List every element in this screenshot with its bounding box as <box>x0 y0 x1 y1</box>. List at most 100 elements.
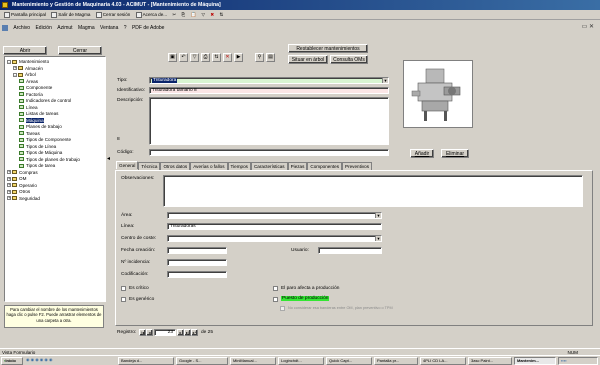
tree-item[interactable]: Indicadores de control <box>19 98 71 104</box>
tree-item[interactable]: Tipos de Línea <box>19 144 56 150</box>
toolbar-about[interactable]: Acerca de... <box>135 10 167 20</box>
critico-checkbox[interactable] <box>121 286 126 291</box>
sort-form-icon[interactable]: ⇅ <box>212 53 221 62</box>
paro-checkbox[interactable] <box>273 286 278 291</box>
centro-select[interactable]: ▼ <box>167 235 382 242</box>
close-button[interactable]: Cerrar <box>58 46 102 55</box>
menu-pdf[interactable]: PDF de Adobe <box>132 25 165 31</box>
filter-icon[interactable]: ▽ <box>202 10 206 20</box>
codigo-field[interactable] <box>149 149 389 156</box>
restore-maintenances-button[interactable]: Restablecer mantenimientos <box>288 44 368 53</box>
tree-item[interactable]: Línea <box>19 105 38 111</box>
task-bandeja[interactable]: Bandeja d... <box>118 357 174 365</box>
task-quick-capture[interactable]: Quick Capt... <box>326 357 372 365</box>
tree-item[interactable]: + Operario <box>7 183 37 189</box>
fecha-field[interactable] <box>167 247 227 254</box>
next-record-button[interactable]: ▸ <box>177 329 184 336</box>
task-minimanual[interactable]: MiniManual... <box>230 357 276 365</box>
paste-icon[interactable]: 📋 <box>191 10 197 20</box>
undo-icon[interactable]: ↶ <box>179 53 188 62</box>
tab-piezas[interactable]: Piezas <box>287 162 308 170</box>
consult-om-button[interactable]: Consulta OMs <box>330 55 368 64</box>
window-controls[interactable]: ▭ ✕ <box>582 24 594 31</box>
tree-item[interactable]: - Árbol <box>13 72 36 78</box>
task-pantalla[interactable]: Pantalla pr... <box>374 357 418 365</box>
tree-item[interactable]: Tipos de Componente <box>19 137 71 143</box>
tab-componentes[interactable]: Componentes <box>307 162 343 170</box>
new-record-icon[interactable]: ▶ <box>234 53 243 62</box>
task-paint[interactable]: 3asc Paint... <box>468 357 512 365</box>
tab-preventivos[interactable]: Preventivos <box>342 162 373 170</box>
tab-general[interactable]: General <box>116 161 139 169</box>
record-number[interactable]: 23 <box>154 329 176 336</box>
tree-item[interactable]: Factoría <box>19 92 43 98</box>
copy-icon[interactable]: ⎘ <box>182 10 186 20</box>
tree-item[interactable]: + Compras <box>7 170 38 176</box>
delete-image-button[interactable]: Eliminar <box>441 149 469 158</box>
chevron-down-icon[interactable]: ▼ <box>375 236 381 241</box>
tree-item[interactable]: Planes de trabajo <box>19 124 62 130</box>
sort-icon[interactable]: ⇅ <box>219 10 223 20</box>
menu-azimut[interactable]: Azimut <box>57 25 72 31</box>
expand-icon[interactable]: + <box>7 196 11 201</box>
usuario-field[interactable] <box>318 247 382 254</box>
chevron-down-icon[interactable]: ▼ <box>382 78 388 83</box>
start-button[interactable]: ▪Inicio <box>1 357 23 365</box>
chevron-down-icon[interactable]: ▼ <box>375 213 381 218</box>
open-button[interactable]: Abrir <box>3 46 47 55</box>
save-icon[interactable]: ▣ <box>168 53 177 62</box>
prev-record-button[interactable]: ◂ <box>146 329 153 336</box>
menu-help[interactable]: ? <box>124 25 127 31</box>
collapse-icon[interactable]: - <box>7 59 11 64</box>
menu-ventana[interactable]: Ventana <box>100 25 118 31</box>
expand-icon[interactable]: + <box>7 176 11 181</box>
tab-tiempos[interactable]: Tiempos <box>227 162 251 170</box>
filter-form-icon[interactable]: ▽ <box>190 53 199 62</box>
description-textarea[interactable] <box>149 97 389 145</box>
binoculars-icon[interactable]: ⚲ <box>255 53 264 62</box>
tree-item[interactable]: Tipos de Máquina <box>19 150 62 156</box>
menu-edicion[interactable]: Edición <box>35 25 51 31</box>
puesto-checkbox[interactable] <box>273 297 278 302</box>
menu-magma[interactable]: Magma <box>78 25 95 31</box>
delete-record-icon[interactable]: ✕ <box>223 53 232 62</box>
tree-item[interactable]: Listas de tareas <box>19 111 58 117</box>
tree-item[interactable]: Tipos de tarea <box>19 163 55 169</box>
expand-icon[interactable]: + <box>7 170 11 175</box>
tree-item[interactable]: Máquina <box>19 117 44 124</box>
maintenance-tree[interactable]: - Mantenimiento + Almacén - Árbol Áreas Compone… <box>4 56 106 302</box>
tree-item[interactable]: Tareas <box>19 131 40 137</box>
area-select[interactable]: ▼ <box>167 212 382 219</box>
task-mantenimiento[interactable]: Mantenim... <box>514 357 556 365</box>
toolbar-exit[interactable]: Salir de Magma <box>51 10 90 20</box>
expand-icon[interactable]: + <box>13 66 17 71</box>
tab-averias[interactable]: Averías o fallos <box>190 162 228 170</box>
tab-tecnica[interactable]: Técnica <box>138 162 161 170</box>
add-image-button[interactable]: Añadir <box>410 149 434 158</box>
tree-item[interactable]: + Almacén <box>13 66 43 72</box>
print-icon[interactable]: ⎙ <box>201 53 210 62</box>
tree-item[interactable]: + Seguridad <box>7 196 40 202</box>
ident-field[interactable]: Trituradora tamaño 8 <box>149 87 389 94</box>
codificacion-field[interactable] <box>167 271 227 278</box>
toolbar-home[interactable]: Pantalla principal <box>4 10 46 20</box>
tree-item[interactable]: Tipos de planes de trabajo <box>19 157 80 163</box>
task-4pli[interactable]: 4PLI CD LA... <box>420 357 466 365</box>
first-record-button[interactable]: |◂ <box>139 329 146 336</box>
note-checkbox[interactable] <box>280 306 285 311</box>
tree-item[interactable]: - Mantenimiento <box>7 59 49 65</box>
tab-caracteristicas[interactable]: Características <box>250 162 288 170</box>
report-icon[interactable]: ▤ <box>266 53 275 62</box>
tree-item[interactable]: + OM <box>7 176 26 182</box>
toolbar-logout[interactable]: Cerrar sesión <box>95 10 130 20</box>
observations-textarea[interactable] <box>163 175 583 207</box>
task-google[interactable]: Google - S... <box>176 357 228 365</box>
expand-icon[interactable]: + <box>7 189 11 194</box>
locate-tree-button[interactable]: Situar en árbol <box>288 55 328 64</box>
menu-archivo[interactable]: Archivo <box>13 25 30 31</box>
tree-item[interactable]: + Otros <box>7 189 30 195</box>
new-record-nav-button[interactable]: ▸* <box>191 329 198 336</box>
incidencia-field[interactable] <box>167 259 227 266</box>
tab-otros-datos[interactable]: Otros datos <box>160 162 191 170</box>
splitter-arrow-icon[interactable]: ◂ <box>107 155 110 162</box>
